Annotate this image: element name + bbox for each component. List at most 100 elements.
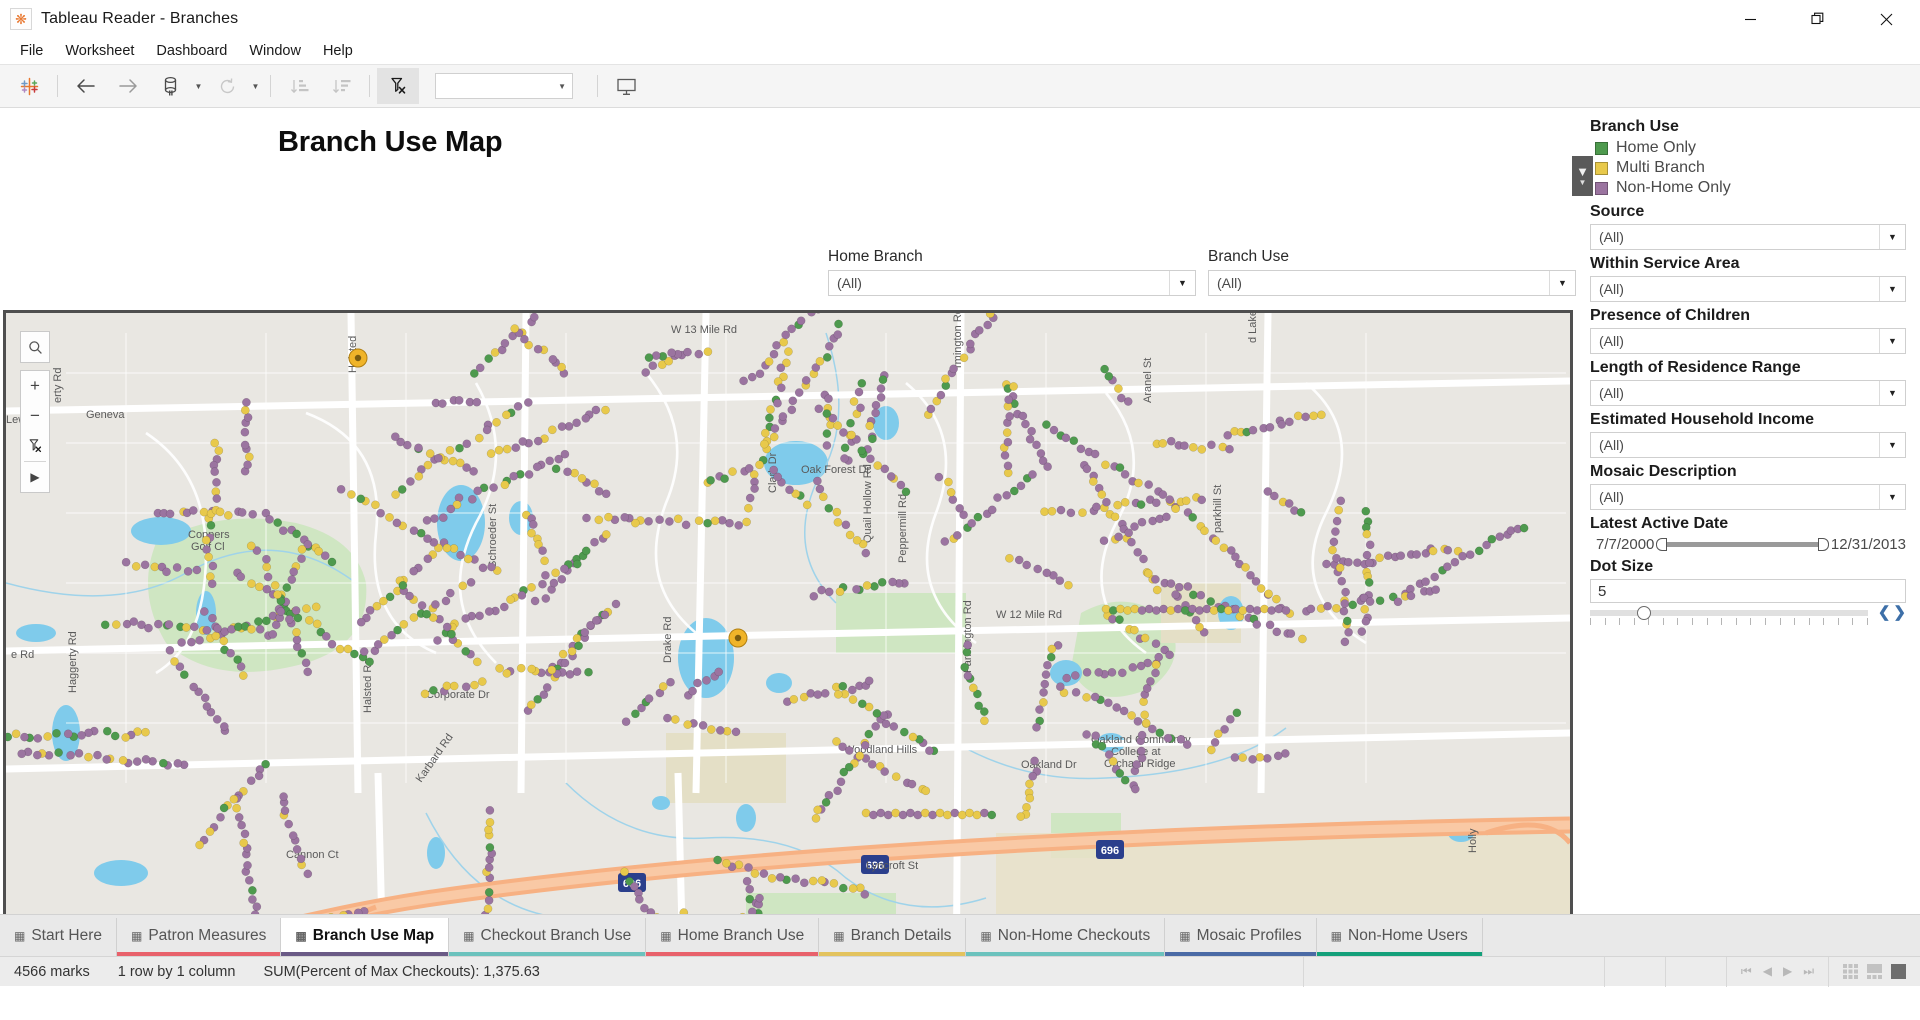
tableau-logo-icon[interactable]: [8, 68, 50, 104]
chevron-down-icon[interactable]: ▼: [1879, 485, 1905, 509]
zoom-in-button[interactable]: +: [20, 371, 50, 401]
sheet-tab-label: Checkout Branch Use: [480, 926, 632, 944]
dot-size-input[interactable]: 5: [1590, 579, 1906, 603]
legend-item-multi-branch[interactable]: Multi Branch: [1590, 158, 1906, 178]
search-icon[interactable]: [20, 332, 50, 362]
chevron-down-icon[interactable]: ▼: [1879, 433, 1905, 457]
chevron-down-icon[interactable]: ▼: [1879, 329, 1905, 353]
refresh-dropdown-caret[interactable]: ▼: [248, 68, 263, 104]
filter-within-service-area-select[interactable]: (All) ▼: [1590, 276, 1906, 302]
dot-size-knob[interactable]: [1637, 606, 1651, 620]
map-search-button[interactable]: [20, 331, 50, 363]
zoom-out-button[interactable]: −: [20, 401, 50, 431]
minimize-button[interactable]: [1716, 0, 1784, 38]
sheet-tab-checkout-branch-use[interactable]: ▦ Checkout Branch Use: [449, 918, 647, 956]
filter-presence-of-children-label: Presence of Children: [1590, 307, 1751, 324]
chevron-down-icon[interactable]: ▼: [1879, 225, 1905, 249]
single-view-icon[interactable]: [1891, 964, 1906, 979]
status-bar: 4566 marks 1 row by 1 column SUM(Percent…: [0, 956, 1920, 987]
date-slider-handle-left[interactable]: [1656, 538, 1668, 551]
svg-text:W 12 Mile Rd: W 12 Mile Rd: [996, 609, 1062, 621]
first-page-icon[interactable]: ⏮: [1741, 964, 1752, 979]
status-aggregate: SUM(Percent of Max Checkouts): 1,375.63: [263, 963, 540, 980]
filter-presence-of-children-select[interactable]: (All) ▼: [1590, 328, 1906, 354]
prev-page-icon[interactable]: ◀: [1763, 964, 1772, 979]
menu-file[interactable]: File: [9, 40, 54, 62]
grid-view-icon[interactable]: [1843, 964, 1858, 979]
menu-window[interactable]: Window: [238, 40, 312, 62]
filter-source-select[interactable]: (All) ▼: [1590, 224, 1906, 250]
sheet-tab-label: Branch Details: [850, 926, 952, 944]
back-arrow-icon[interactable]: [65, 68, 107, 104]
dot-size-ticks: [1590, 618, 1868, 625]
status-right-controls: ⏮ ◀ ▶ ⏭: [1302, 956, 1920, 987]
sheet-tab-branch-details[interactable]: ▦ Branch Details: [819, 918, 967, 956]
map-canvas[interactable]: 696 696 696 696 erty Rd Lewis Dr e Rd Ha…: [6, 313, 1570, 914]
sort-ascending-icon[interactable]: [278, 68, 320, 104]
svg-text:parkhill St: parkhill St: [1212, 485, 1224, 533]
dot-size-next-button[interactable]: ❯: [1893, 605, 1906, 620]
next-page-icon[interactable]: ▶: [1783, 964, 1792, 979]
title-bar: ❋ Tableau Reader - Branches: [0, 0, 1920, 38]
svg-text:Lyncroft St: Lyncroft St: [866, 860, 918, 872]
map-expand-button[interactable]: ▶: [20, 462, 50, 492]
sheet-tab-patron-measures[interactable]: ▦ Patron Measures: [116, 918, 282, 956]
date-slider-track[interactable]: [1656, 538, 1829, 551]
legend-swatch: [1595, 141, 1608, 155]
date-slider-handle-right[interactable]: [1817, 538, 1829, 551]
dot-size-slider[interactable]: ❮ ❯: [1590, 605, 1906, 626]
sheet-tab-home-branch-use[interactable]: ▦ Home Branch Use: [646, 918, 820, 956]
sheet-tab-start-here[interactable]: ▦ Start Here: [0, 918, 117, 956]
presentation-mode-icon[interactable]: [605, 68, 647, 104]
filter-branch-use-value: (All): [1217, 275, 1242, 291]
sheet-tab-branch-use-map[interactable]: ▦ Branch Use Map: [281, 918, 450, 956]
page-combo-caret[interactable]: ▼: [558, 82, 566, 91]
chevron-down-icon[interactable]: ▼: [1549, 271, 1575, 295]
svg-text:Haggerty Rd: Haggerty Rd: [67, 631, 79, 693]
dot-size-prev-button[interactable]: ❮: [1878, 605, 1891, 620]
refresh-icon[interactable]: [206, 68, 248, 104]
filter-mosaic-description-select[interactable]: (All) ▼: [1590, 484, 1906, 510]
data-source-icon[interactable]: [149, 68, 191, 104]
dot-size-track[interactable]: [1590, 610, 1868, 616]
menu-dashboard[interactable]: Dashboard: [145, 40, 238, 62]
sheet-tab-mosaic-profiles[interactable]: ▦ Mosaic Profiles: [1165, 918, 1317, 956]
maximize-button[interactable]: [1784, 0, 1852, 38]
clear-selection-icon[interactable]: [20, 431, 50, 461]
sheet-tabs-filler: [1482, 918, 1920, 956]
legend-item-home-only[interactable]: Home Only: [1590, 138, 1906, 158]
page-combo[interactable]: ▼: [435, 73, 573, 99]
map-controls: + − ▶: [20, 331, 50, 493]
filter-branch-use: Branch Use (All) ▼: [1208, 248, 1576, 296]
grid-icon: ▦: [1179, 928, 1191, 943]
filter-branch-use-select[interactable]: (All) ▼: [1208, 270, 1576, 296]
sort-descending-icon[interactable]: [320, 68, 362, 104]
chevron-down-icon[interactable]: ▼: [1169, 271, 1195, 295]
clear-filters-icon[interactable]: [377, 68, 419, 104]
date-range-slider[interactable]: 7/7/2000 12/31/2013: [1590, 536, 1906, 553]
close-button[interactable]: [1852, 0, 1920, 38]
svg-text:Oakland Dr: Oakland Dr: [1021, 759, 1077, 771]
toolbar-separator-2: [270, 75, 271, 97]
chevron-down-icon[interactable]: ▼: [1879, 381, 1905, 405]
chevron-down-icon[interactable]: ▼: [1579, 179, 1587, 187]
menu-worksheet[interactable]: Worksheet: [54, 40, 145, 62]
forward-arrow-icon[interactable]: [107, 68, 149, 104]
filter-flyout-tab[interactable]: ▼ ▼: [1572, 156, 1593, 196]
sheet-tab-non-home-users[interactable]: ▦ Non-Home Users: [1316, 918, 1483, 956]
chevron-down-icon[interactable]: ▼: [1879, 277, 1905, 301]
sheet-tab-non-home-checkouts[interactable]: ▦ Non-Home Checkouts: [966, 918, 1166, 956]
last-page-icon[interactable]: ⏭: [1803, 964, 1814, 979]
filter-estimated-household-income-select[interactable]: (All) ▼: [1590, 432, 1906, 458]
filter-home-branch-select[interactable]: (All) ▼: [828, 270, 1196, 296]
filmstrip-view-icon[interactable]: [1867, 964, 1882, 979]
data-source-dropdown-caret[interactable]: ▼: [191, 68, 206, 104]
map-panel[interactable]: 696 696 696 696 erty Rd Lewis Dr e Rd Ha…: [3, 310, 1573, 914]
legend-item-non-home-only[interactable]: Non-Home Only: [1590, 178, 1906, 198]
sheet-tab-label: Mosaic Profiles: [1196, 926, 1302, 944]
sheet-tab-color-bar: [281, 952, 449, 956]
menu-help[interactable]: Help: [312, 40, 364, 62]
svg-text:Halsted Rd: Halsted Rd: [362, 659, 374, 713]
filter-length-of-residence-range-select[interactable]: (All) ▼: [1590, 380, 1906, 406]
filter-home-branch-value: (All): [837, 275, 862, 291]
